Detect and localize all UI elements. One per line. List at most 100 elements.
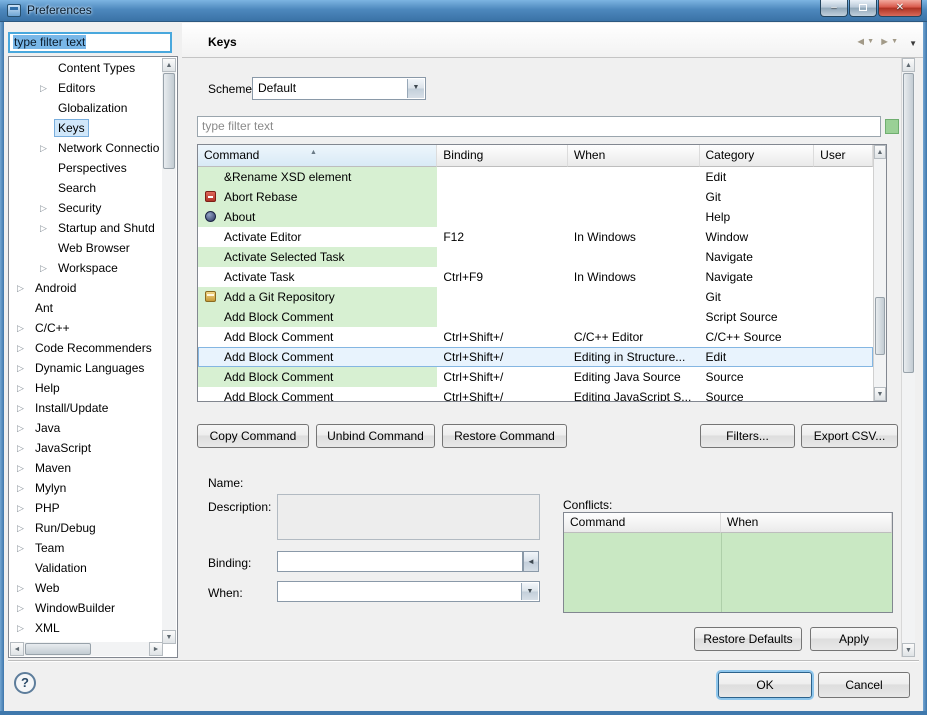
help-button[interactable]: ? bbox=[14, 672, 36, 694]
conflicts-column-header-when[interactable]: When bbox=[721, 513, 892, 533]
binding-input[interactable] bbox=[277, 551, 523, 572]
table-row[interactable]: Add Block CommentCtrl+Shift+/Editing Jav… bbox=[198, 367, 873, 387]
table-scrollbar-thumb[interactable] bbox=[875, 297, 885, 355]
expand-arrow-icon[interactable]: ▷ bbox=[17, 358, 24, 378]
expand-arrow-icon[interactable]: ▷ bbox=[17, 338, 24, 358]
column-header-user[interactable]: User bbox=[814, 145, 873, 167]
close-button[interactable]: ✕ bbox=[878, 0, 922, 17]
back-icon[interactable]: ◄ bbox=[855, 36, 867, 48]
forward-icon[interactable]: ► bbox=[879, 36, 891, 48]
sidebar-item-code-recommenders[interactable]: ▷Code Recommenders bbox=[10, 338, 163, 358]
maximize-button[interactable] bbox=[849, 0, 877, 17]
conflicts-column-header-command[interactable]: Command bbox=[564, 513, 721, 533]
table-row[interactable]: Activate Selected TaskNavigate bbox=[198, 247, 873, 267]
table-row[interactable]: Add Block CommentCtrl+Shift+/Editing Jav… bbox=[198, 387, 873, 401]
scroll-right-icon[interactable]: ► bbox=[149, 642, 163, 656]
sidebar-item-content-types[interactable]: Content Types bbox=[10, 58, 163, 78]
apply-button[interactable]: Apply bbox=[810, 627, 898, 651]
sidebar-item-network-connectio[interactable]: ▷Network Connectio bbox=[10, 138, 163, 158]
tree-hscrollbar-thumb[interactable] bbox=[25, 643, 91, 655]
expand-arrow-icon[interactable]: ▷ bbox=[40, 218, 47, 238]
scroll-left-icon[interactable]: ◄ bbox=[10, 642, 24, 656]
table-row[interactable]: Add Block CommentScript Source bbox=[198, 307, 873, 327]
expand-arrow-icon[interactable]: ▷ bbox=[40, 258, 47, 278]
expand-arrow-icon[interactable]: ▷ bbox=[17, 378, 24, 398]
column-header-command[interactable]: Command▲ bbox=[198, 145, 437, 167]
expand-arrow-icon[interactable]: ▷ bbox=[17, 578, 24, 598]
sidebar-item-xml[interactable]: ▷XML bbox=[10, 618, 163, 638]
sidebar-item-dynamic-languages[interactable]: ▷Dynamic Languages bbox=[10, 358, 163, 378]
export-csv-button[interactable]: Export CSV... bbox=[801, 424, 898, 448]
expand-arrow-icon[interactable]: ▷ bbox=[17, 398, 24, 418]
table-row[interactable]: AboutHelp bbox=[198, 207, 873, 227]
table-row[interactable]: Activate TaskCtrl+F9In WindowsNavigate bbox=[198, 267, 873, 287]
binding-assist-button[interactable]: ◄ bbox=[523, 551, 539, 572]
restore-command-button[interactable]: Restore Command bbox=[442, 424, 567, 448]
restore-defaults-button[interactable]: Restore Defaults bbox=[694, 627, 802, 651]
scroll-down-icon[interactable]: ▼ bbox=[902, 643, 915, 657]
sidebar-item-validation[interactable]: Validation bbox=[10, 558, 163, 578]
scroll-up-icon[interactable]: ▲ bbox=[874, 145, 886, 159]
expand-arrow-icon[interactable]: ▷ bbox=[17, 598, 24, 618]
sidebar-item-workspace[interactable]: ▷Workspace bbox=[10, 258, 163, 278]
sidebar-item-keys[interactable]: Keys bbox=[10, 118, 163, 138]
sidebar-item-web[interactable]: ▷Web bbox=[10, 578, 163, 598]
view-menu-icon[interactable]: ▼ bbox=[909, 39, 917, 48]
copy-command-button[interactable]: Copy Command bbox=[197, 424, 309, 448]
expand-arrow-icon[interactable]: ▷ bbox=[17, 278, 24, 298]
page-scrollbar-thumb[interactable] bbox=[903, 73, 914, 373]
expand-arrow-icon[interactable]: ▷ bbox=[17, 318, 24, 338]
sidebar-item-web-browser[interactable]: Web Browser bbox=[10, 238, 163, 258]
scheme-combo[interactable]: Default ▼ bbox=[252, 77, 426, 100]
minimize-button[interactable]: – bbox=[820, 0, 848, 17]
table-row[interactable]: Add Block CommentCtrl+Shift+/Editing in … bbox=[198, 347, 873, 367]
expand-arrow-icon[interactable]: ▷ bbox=[17, 458, 24, 478]
expand-arrow-icon[interactable]: ▷ bbox=[17, 618, 24, 638]
page-vertical-scrollbar[interactable]: ▲ ▼ bbox=[901, 58, 915, 657]
sidebar-item-php[interactable]: ▷PHP bbox=[10, 498, 163, 518]
sidebar-item-mylyn[interactable]: ▷Mylyn bbox=[10, 478, 163, 498]
table-vertical-scrollbar[interactable]: ▲ ▼ bbox=[873, 145, 886, 401]
sidebar-item-editors[interactable]: ▷Editors bbox=[10, 78, 163, 98]
combo-arrow-icon[interactable]: ▼ bbox=[407, 79, 424, 98]
scroll-up-icon[interactable]: ▲ bbox=[162, 58, 176, 72]
column-header-binding[interactable]: Binding bbox=[437, 145, 568, 167]
tree-vertical-scrollbar[interactable]: ▲ ▼ bbox=[162, 58, 176, 644]
when-combo[interactable]: ▼ bbox=[277, 581, 540, 602]
table-row[interactable]: Add a Git RepositoryGit bbox=[198, 287, 873, 307]
sidebar-item-windowbuilder[interactable]: ▷WindowBuilder bbox=[10, 598, 163, 618]
sidebar-item-perspectives[interactable]: Perspectives bbox=[10, 158, 163, 178]
sidebar-filter-input[interactable]: type filter text bbox=[8, 32, 172, 53]
expand-arrow-icon[interactable]: ▷ bbox=[17, 438, 24, 458]
filters-button[interactable]: Filters... bbox=[700, 424, 795, 448]
combo-arrow-icon[interactable]: ▼ bbox=[521, 583, 538, 600]
table-row[interactable]: Activate EditorF12In WindowsWindow bbox=[198, 227, 873, 247]
tree-scrollbar-thumb[interactable] bbox=[163, 73, 175, 169]
sidebar-item-java[interactable]: ▷Java bbox=[10, 418, 163, 438]
sidebar-item-android[interactable]: ▷Android bbox=[10, 278, 163, 298]
sidebar-item-team[interactable]: ▷Team bbox=[10, 538, 163, 558]
expand-arrow-icon[interactable]: ▷ bbox=[17, 498, 24, 518]
tree-horizontal-scrollbar[interactable]: ◄ ► bbox=[10, 642, 163, 656]
scroll-up-icon[interactable]: ▲ bbox=[902, 58, 915, 72]
sidebar-item-search[interactable]: Search bbox=[10, 178, 163, 198]
key-filter-input[interactable]: type filter text bbox=[197, 116, 881, 137]
sidebar-item-security[interactable]: ▷Security bbox=[10, 198, 163, 218]
sidebar-item-run-debug[interactable]: ▷Run/Debug bbox=[10, 518, 163, 538]
expand-arrow-icon[interactable]: ▷ bbox=[40, 138, 47, 158]
sidebar-item-javascript[interactable]: ▷JavaScript bbox=[10, 438, 163, 458]
sidebar-item-startup-and-shutd[interactable]: ▷Startup and Shutd bbox=[10, 218, 163, 238]
sidebar-item-help[interactable]: ▷Help bbox=[10, 378, 163, 398]
sidebar-item-globalization[interactable]: Globalization bbox=[10, 98, 163, 118]
column-header-when[interactable]: When bbox=[568, 145, 700, 167]
sidebar-item-maven[interactable]: ▷Maven bbox=[10, 458, 163, 478]
forward-dropdown-icon[interactable]: ▼ bbox=[891, 38, 899, 45]
expand-arrow-icon[interactable]: ▷ bbox=[17, 478, 24, 498]
title-bar[interactable]: Preferences – ✕ bbox=[0, 0, 927, 22]
expand-arrow-icon[interactable]: ▷ bbox=[17, 518, 24, 538]
cancel-button[interactable]: Cancel bbox=[818, 672, 910, 698]
expand-arrow-icon[interactable]: ▷ bbox=[40, 78, 47, 98]
table-row[interactable]: Abort RebaseGit bbox=[198, 187, 873, 207]
expand-arrow-icon[interactable]: ▷ bbox=[17, 538, 24, 558]
unbind-command-button[interactable]: Unbind Command bbox=[316, 424, 435, 448]
